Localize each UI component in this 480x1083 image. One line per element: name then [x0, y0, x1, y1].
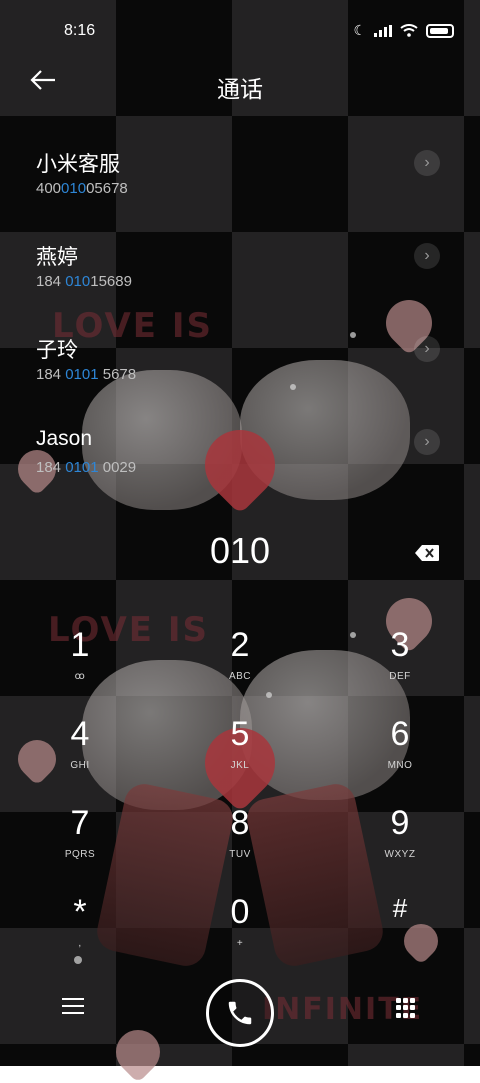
page-title: 通话	[217, 76, 263, 102]
contact-number: 184 01015689	[36, 273, 132, 290]
contact-number: 184 0101 5678	[36, 366, 137, 383]
key-0[interactable]: 0 +	[160, 887, 320, 976]
key-5[interactable]: 5 JKL	[160, 709, 320, 798]
key-3[interactable]: 3 DEF	[320, 620, 480, 709]
menu-button[interactable]	[62, 998, 84, 1016]
header: 通话	[0, 60, 480, 108]
chevron-right-icon[interactable]: ›	[414, 243, 440, 269]
bottom-bar	[0, 979, 480, 1060]
contact-name: 燕婷	[36, 246, 78, 269]
key-7[interactable]: 7 PQRS	[0, 798, 160, 887]
contact-results: 小米客服 40001005678 › 燕婷 184 01015689 › 子玲 …	[0, 140, 480, 512]
chevron-right-icon[interactable]: ›	[414, 429, 440, 455]
contact-name: 子玲	[36, 339, 78, 362]
phone-icon	[228, 1001, 252, 1025]
key-6[interactable]: 6 MNO	[320, 709, 480, 798]
signal-icon	[374, 24, 392, 37]
key-hash[interactable]: #	[320, 887, 480, 976]
battery-icon	[426, 23, 454, 38]
key-star[interactable]: *,	[0, 887, 160, 976]
wifi-icon	[400, 24, 418, 37]
keypad-toggle-icon[interactable]	[396, 998, 416, 1018]
key-8[interactable]: 8 TUV	[160, 798, 320, 887]
call-button[interactable]	[206, 979, 274, 1047]
contact-name: 小米客服	[36, 153, 120, 176]
backspace-button[interactable]	[414, 544, 440, 562]
backspace-icon	[415, 545, 439, 561]
key-1[interactable]: 1ꝏ	[0, 620, 160, 709]
status-icons: ☾	[353, 22, 454, 39]
contact-result[interactable]: Jason 184 0101 0029 ›	[0, 419, 480, 512]
contact-name: Jason	[36, 427, 93, 450]
chevron-right-icon[interactable]: ›	[414, 150, 440, 176]
key-2[interactable]: 2 ABC	[160, 620, 320, 709]
key-9[interactable]: 9 WXYZ	[320, 798, 480, 887]
voicemail-icon: ꝏ	[74, 671, 86, 682]
moon-icon: ☾	[353, 22, 366, 38]
status-time: 8:16	[64, 22, 96, 39]
dialpad: 1ꝏ 2 ABC 3 DEF 4 GHI 5 JKL 6 MNO 7 PQRS 8 TUV 9…	[0, 620, 480, 980]
contact-result[interactable]: 小米客服 40001005678 ›	[0, 140, 480, 233]
contact-result[interactable]: 子玲 184 0101 5678 ›	[0, 326, 480, 419]
contact-number: 184 0101 0029	[36, 459, 137, 476]
chevron-right-icon[interactable]: ›	[414, 336, 440, 362]
contact-number: 40001005678	[36, 180, 128, 197]
contact-result[interactable]: 燕婷 184 01015689 ›	[0, 233, 480, 326]
dialed-number: 010	[209, 530, 271, 571]
key-4[interactable]: 4 GHI	[0, 709, 160, 798]
status-bar: 8:16 ☾	[0, 0, 480, 60]
